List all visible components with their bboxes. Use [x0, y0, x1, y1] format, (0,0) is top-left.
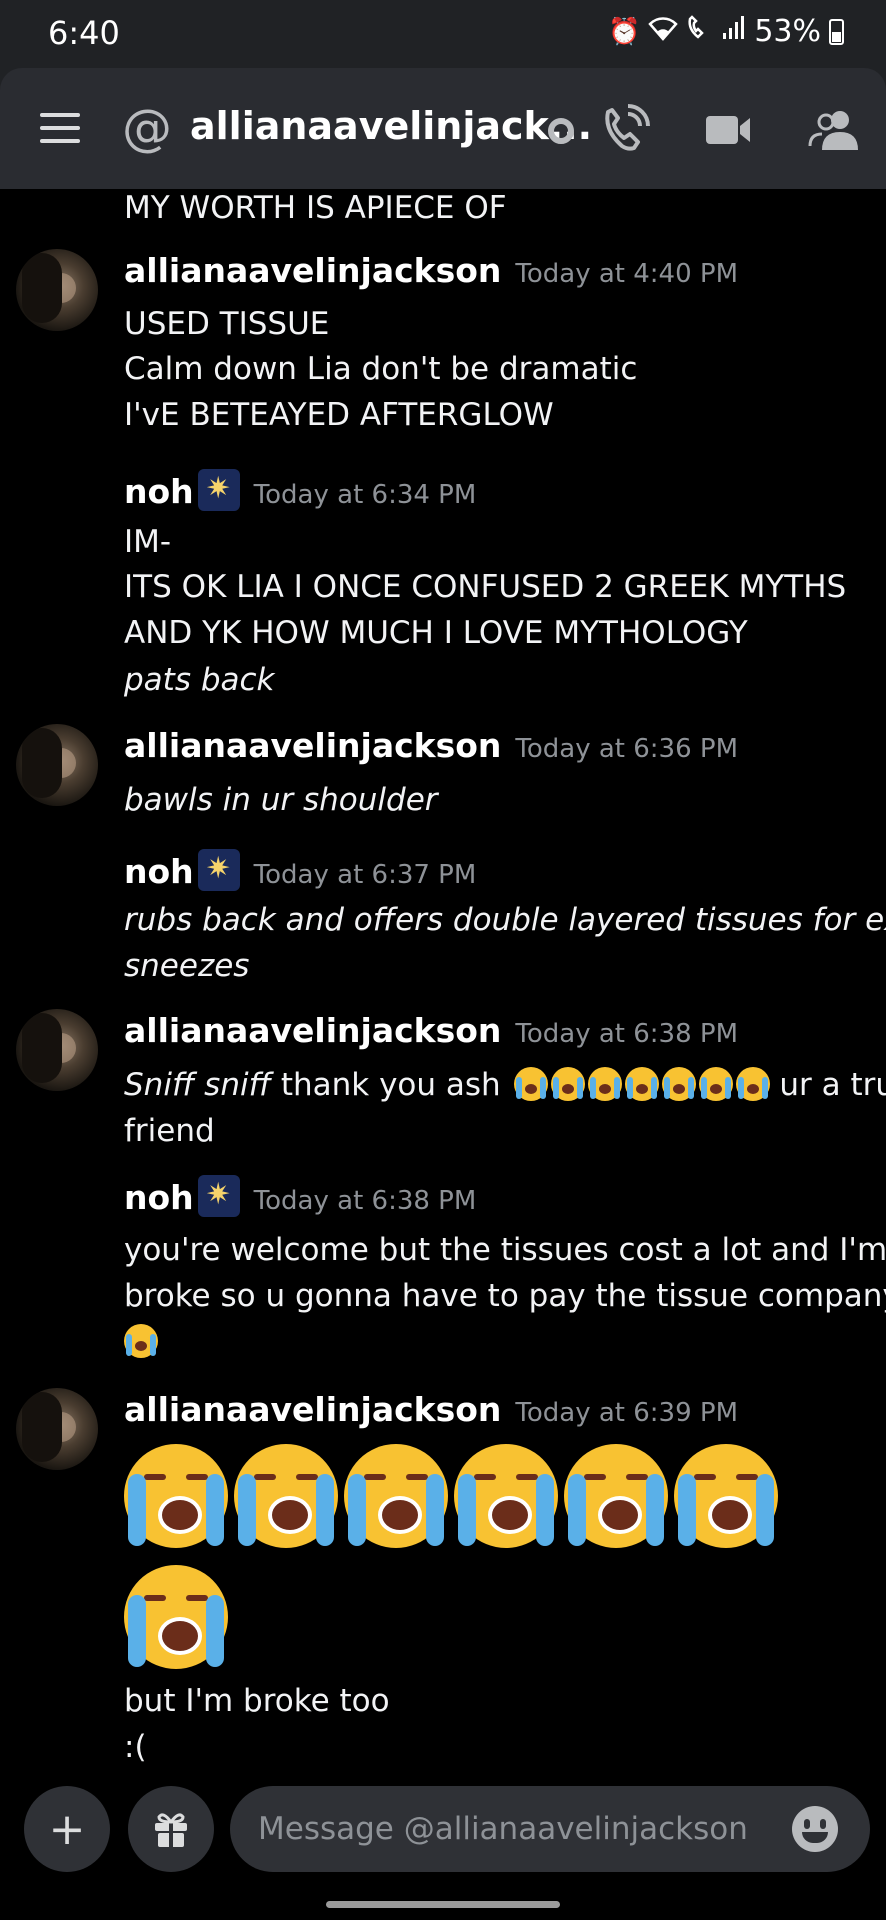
signal-icon [722, 15, 746, 48]
message-author[interactable]: nohToday at 6:34 PM [124, 469, 476, 511]
loudly-crying-face-emoji [124, 1324, 158, 1358]
message-author[interactable]: allianaavelinjackson Today at 6:36 PM [124, 726, 738, 765]
battery-percent: 53% [754, 14, 821, 49]
message-text: sneezes [124, 948, 250, 984]
home-indicator[interactable] [326, 1901, 560, 1908]
message-timestamp: Today at 6:36 PM [515, 734, 739, 764]
loudly-crying-face-emoji [564, 1444, 668, 1548]
message-text: pats back [124, 662, 275, 698]
call-icon[interactable] [596, 102, 652, 158]
wifi-calling-icon [686, 15, 714, 48]
message-timestamp: Today at 4:40 PM [515, 259, 739, 289]
alarm-icon: ⏰ [607, 16, 641, 47]
message-text: IM- [124, 524, 172, 560]
message-author[interactable]: allianaavelinjackson Today at 6:38 PM [124, 1011, 738, 1050]
avatar[interactable] [16, 249, 98, 331]
message-text: :( [124, 1729, 147, 1765]
menu-icon[interactable] [40, 113, 80, 143]
avatar[interactable] [16, 1388, 98, 1470]
emoji-icon[interactable] [792, 1806, 838, 1852]
message-text: I'vE BETEAYED AFTERGLOW [124, 397, 554, 433]
message-input[interactable] [230, 1786, 870, 1872]
message-timestamp: Today at 6:37 PM [253, 860, 477, 890]
message-timestamp: Today at 6:39 PM [515, 1398, 739, 1428]
loudly-crying-face-emoji [587, 1067, 622, 1101]
message-timestamp: Today at 6:38 PM [253, 1186, 477, 1216]
loudly-crying-face-emoji [550, 1067, 585, 1101]
message-composer: + [0, 1774, 886, 1920]
message-list[interactable]: MY WORTH IS APIECE OF allianaavelinjacks… [0, 189, 886, 1774]
message-text: ITS OK LIA I ONCE CONFUSED 2 GREEK MYTHS [124, 569, 847, 605]
status-bar: 6:40 ⏰ 53% [0, 0, 886, 68]
message-text: AND YK HOW MUCH I LOVE MYTHOLOGY [124, 615, 748, 651]
loudly-crying-face-emoji [124, 1444, 228, 1548]
message-timestamp: Today at 6:38 PM [515, 1019, 739, 1049]
message-text [124, 1319, 158, 1365]
avatar[interactable] [16, 724, 98, 806]
message-author[interactable]: nohToday at 6:37 PM [124, 849, 476, 891]
message-text: you're welcome but the tissues cost a lo… [124, 1232, 886, 1268]
channel-name[interactable]: allianaavelinjack... [190, 104, 592, 148]
message-text: MY WORTH IS APIECE OF [124, 190, 507, 226]
loudly-crying-face-emoji [513, 1067, 548, 1101]
loudly-crying-face-emoji [124, 1565, 228, 1669]
status-icons: ⏰ 53% [608, 14, 844, 49]
loudly-crying-face-emoji [674, 1444, 778, 1548]
wifi-icon [648, 15, 679, 48]
sparkler-emoji [197, 469, 240, 511]
sparkler-emoji [197, 849, 240, 891]
message-text: USED TISSUE [124, 306, 330, 342]
avatar[interactable] [16, 1009, 98, 1091]
message-text: but I'm broke too [124, 1683, 390, 1719]
message-timestamp: Today at 6:34 PM [253, 480, 477, 510]
loudly-crying-face-emoji [454, 1444, 558, 1548]
message-text: bawls in ur shoulder [124, 782, 438, 818]
message-text: Sniff sniff thank you ash ur a true [124, 1067, 886, 1103]
status-time: 6:40 [48, 14, 120, 52]
dm-header: @ allianaavelinjack... [0, 68, 886, 189]
at-icon: @ [122, 99, 172, 157]
battery-icon [829, 18, 844, 45]
loudly-crying-face-emoji [698, 1067, 733, 1101]
members-icon[interactable] [806, 102, 862, 158]
loudly-crying-face-emoji [735, 1067, 770, 1101]
message-author[interactable]: allianaavelinjackson Today at 4:40 PM [124, 251, 738, 290]
loudly-crying-face-emoji [661, 1067, 696, 1101]
plus-icon[interactable]: + [24, 1786, 110, 1872]
message-author[interactable]: allianaavelinjackson Today at 6:39 PM [124, 1390, 738, 1429]
loudly-crying-face-emoji [624, 1067, 659, 1101]
message-text: rubs back and offers double layered tiss… [124, 902, 886, 938]
loudly-crying-face-emoji [234, 1444, 338, 1548]
video-icon[interactable] [700, 102, 756, 158]
status-offline-icon [548, 118, 574, 144]
message-text: friend [124, 1113, 215, 1149]
loudly-crying-face-emoji [344, 1444, 448, 1548]
sparkler-emoji [197, 1175, 240, 1217]
message-text: Calm down Lia don't be dramatic [124, 351, 638, 387]
gift-icon[interactable] [128, 1786, 214, 1872]
message-text: broke so u gonna have to pay the tissue … [124, 1278, 886, 1314]
message-author[interactable]: nohToday at 6:38 PM [124, 1175, 476, 1217]
